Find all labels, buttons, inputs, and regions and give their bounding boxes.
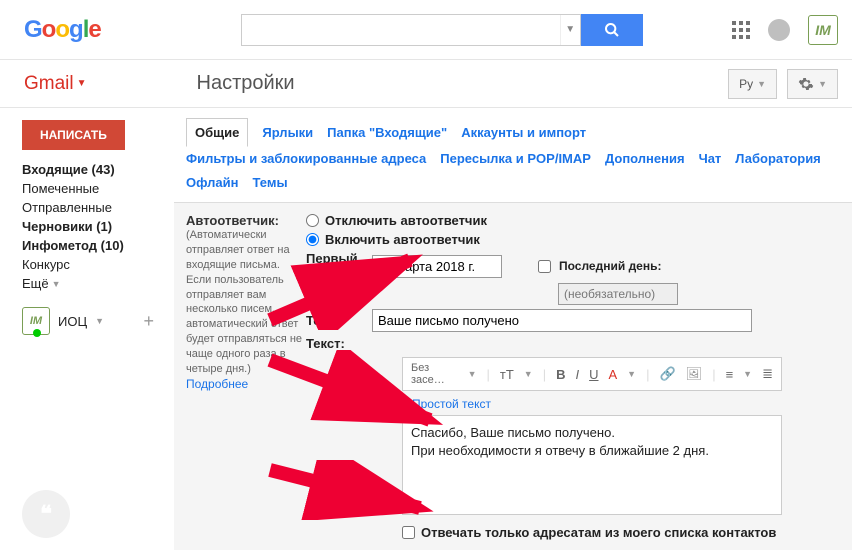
caret-down-icon[interactable]: ▼	[95, 316, 104, 326]
input-tools-button[interactable]: Ру▼	[728, 69, 777, 99]
caret-down-icon: ▼	[818, 79, 827, 89]
settings-tabs: Общие Ярлыки Папка "Входящие" Аккаунты и им…	[174, 114, 852, 202]
image-icon[interactable]: 🖼	[686, 366, 703, 382]
italic-icon[interactable]: I	[575, 367, 579, 382]
search-button[interactable]	[581, 14, 643, 46]
underline-icon[interactable]: U	[589, 367, 598, 382]
bold-icon[interactable]: B	[556, 367, 565, 382]
gear-icon	[798, 76, 814, 92]
sidebar-item[interactable]: Входящие (43)	[22, 160, 174, 179]
contacts-only-checkbox[interactable]	[402, 526, 415, 539]
settings-content: Общие Ярлыки Папка "Входящие" Аккаунты и им…	[174, 108, 852, 550]
list-icon[interactable]: ≣	[762, 366, 773, 382]
subject-label: Тема:	[306, 313, 364, 328]
chat-avatar: IM	[22, 307, 50, 335]
settings-panel: Автоответчик: (Автоматически отправляет …	[174, 202, 852, 550]
radio-off[interactable]: Отключить автоответчик	[306, 213, 840, 228]
hangouts-bubble-icon[interactable]: ❝	[22, 490, 70, 538]
message-body[interactable]: Спасибо, Ваше письмо получено. При необх…	[402, 415, 782, 515]
sidebar-item[interactable]: Отправленные	[22, 198, 174, 217]
search-wrap: ▼	[241, 14, 643, 46]
align-icon[interactable]: ≡	[726, 367, 734, 382]
search-icon	[604, 22, 620, 38]
first-day-label: Первый день:	[306, 251, 364, 281]
header-right: IM	[732, 15, 838, 45]
settings-tab[interactable]: Ярлыки	[262, 121, 313, 144]
link-icon[interactable]: 🔗	[659, 366, 675, 382]
font-size-icon[interactable]: тТ	[500, 367, 514, 382]
compose-button[interactable]: НАПИСАТЬ	[22, 120, 125, 150]
add-contact-icon[interactable]: +	[143, 311, 154, 332]
last-day-input[interactable]	[558, 283, 678, 305]
body-label: Текст:	[306, 336, 345, 351]
search-input[interactable]: ▼	[241, 14, 581, 46]
font-select[interactable]: Без засе…	[411, 362, 458, 386]
sidebar-item[interactable]: Конкурс	[22, 255, 174, 274]
header: Google ▼ IM	[0, 0, 852, 60]
caret-down-icon: ▼	[757, 79, 766, 89]
radio-on[interactable]: Включить автоответчик	[306, 232, 840, 247]
first-day-input[interactable]	[372, 255, 502, 278]
settings-tab[interactable]: Общие	[186, 118, 248, 147]
sidebar-item[interactable]: Черновики (1)	[22, 217, 174, 236]
plain-text-link[interactable]: « Простой текст	[402, 397, 840, 411]
settings-tab[interactable]: Пересылка и POP/IMAP	[440, 147, 591, 170]
google-logo[interactable]: Google	[24, 16, 101, 44]
sidebar: НАПИСАТЬ Входящие (43)ПомеченныеОтправле…	[0, 108, 174, 550]
sidebar-item[interactable]: Помеченные	[22, 179, 174, 198]
last-day-checkbox[interactable]	[538, 260, 551, 273]
chat-label: ИОЦ	[58, 314, 87, 329]
notifications-icon[interactable]	[768, 19, 790, 41]
settings-tab[interactable]: Дополнения	[605, 147, 685, 170]
gmail-menu[interactable]: Gmail▼	[24, 73, 87, 95]
settings-tab[interactable]: Аккаунты и импорт	[461, 121, 586, 144]
sub-header: Gmail▼ Настройки Ру▼ ▼	[0, 60, 852, 108]
sidebar-item[interactable]: Инфометод (10)	[22, 236, 174, 255]
search-dropdown-icon[interactable]: ▼	[560, 15, 580, 45]
settings-tab[interactable]: Чат	[699, 147, 722, 170]
setting-label: Автоответчик: (Автоматически отправляет …	[186, 213, 306, 540]
sidebar-more[interactable]: Ещё▼	[22, 276, 174, 291]
settings-tab[interactable]: Фильтры и заблокированные адреса	[186, 147, 426, 170]
caret-down-icon: ▼	[52, 279, 61, 289]
settings-tab[interactable]: Папка "Входящие"	[327, 121, 447, 144]
contacts-only-row[interactable]: Отвечать только адресатам из моего списк…	[402, 525, 840, 540]
caret-down-icon: ▼	[77, 78, 87, 89]
page-title: Настройки	[197, 72, 295, 95]
settings-gear-button[interactable]: ▼	[787, 69, 838, 99]
status-online-icon	[33, 329, 41, 337]
subject-input[interactable]	[372, 309, 752, 332]
hangouts-contact[interactable]: IM ИОЦ ▼ +	[22, 307, 174, 335]
settings-tab[interactable]: Офлайн	[186, 171, 239, 194]
main: НАПИСАТЬ Входящие (43)ПомеченныеОтправле…	[0, 108, 852, 550]
text-color-icon[interactable]: A	[609, 367, 618, 382]
settings-tab[interactable]: Темы	[253, 171, 288, 194]
learn-more-link[interactable]: Подробнее	[186, 377, 248, 391]
apps-icon[interactable]	[732, 21, 750, 39]
last-day-label: Последний день:	[559, 259, 661, 273]
settings-tab[interactable]: Лаборатория	[735, 147, 820, 170]
account-avatar[interactable]: IM	[808, 15, 838, 45]
editor-toolbar[interactable]: Без засе…▼ | тТ▼ | B I U A▼ | 🔗 🖼 | ≡▼ ≣	[402, 357, 782, 391]
